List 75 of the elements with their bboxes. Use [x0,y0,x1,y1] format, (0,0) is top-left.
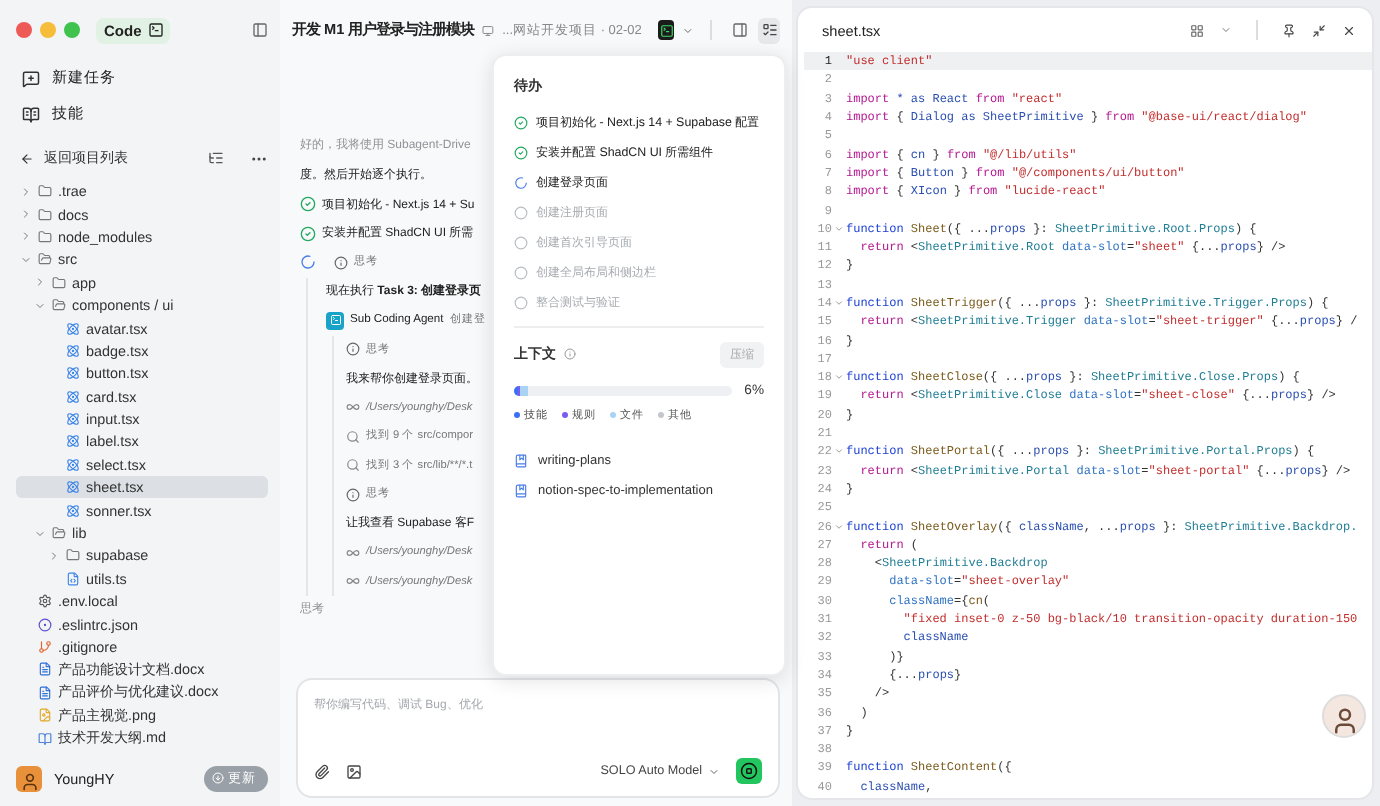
document-icon [38,662,52,677]
book-icon [22,105,40,123]
empty-circle-icon [514,296,528,310]
folder-icon [66,548,80,563]
folder-icon [52,298,66,313]
check-circle-icon [300,196,316,213]
search-icon [346,458,360,473]
folder-icon [52,275,66,290]
react-file-icon [66,389,80,404]
chevron-down-icon [34,527,46,540]
spinner-icon [300,254,316,271]
empty-circle-icon [514,236,528,250]
gear-icon [38,594,52,609]
chevron-down-icon [20,253,32,266]
chevron-right-icon [48,549,60,562]
layout-icon[interactable] [1190,23,1204,37]
image-file-icon [38,708,52,723]
download-icon [212,772,224,784]
stop-icon [740,762,758,780]
react-file-icon [66,321,80,336]
react-file-icon [66,457,80,472]
markdown-file-icon [38,731,52,746]
code-file-icon [66,571,80,586]
back-arrow-icon [20,151,34,165]
info-icon [334,255,348,270]
check-circle-icon [300,225,316,242]
document-icon [38,685,52,700]
folder-icon [38,207,52,222]
info-icon [564,348,576,360]
assistant-avatar[interactable] [1322,694,1366,738]
search-icon [346,429,360,444]
folder-icon [38,184,52,199]
panel-icon [731,22,748,38]
info-icon [346,487,360,502]
infinity-icon [346,400,360,415]
branch-icon [38,640,52,654]
folder-icon [52,526,66,541]
monitor-icon [482,23,495,37]
terminal-button[interactable] [657,20,675,40]
terminal-icon [659,23,674,37]
person-icon [19,771,39,791]
folder-icon [38,229,52,244]
react-file-icon [66,480,80,495]
todo-list-button[interactable] [758,17,780,43]
folder-icon [38,252,52,267]
check-circle-icon [514,146,528,160]
checklist-icon [761,22,777,38]
ring-icon [38,617,52,632]
terminal-icon [147,22,164,38]
chevron-right-icon [34,276,46,289]
react-file-icon [66,412,80,427]
book-icon [514,454,528,468]
empty-circle-icon [514,206,528,220]
react-file-icon [66,503,80,518]
paperclip-icon[interactable] [314,763,330,779]
react-file-icon [66,434,80,449]
chevron-down-icon [708,765,720,777]
send-button[interactable] [736,758,762,784]
chevron-down-icon [34,299,46,312]
collapse-icon[interactable] [1312,23,1326,37]
empty-circle-icon [514,266,528,280]
info-icon [346,342,360,357]
close-icon[interactable] [1342,23,1356,37]
tree-view-icon[interactable] [208,150,224,166]
new-chat-icon [22,69,40,87]
person-icon [1329,706,1359,736]
image-icon[interactable] [346,763,362,779]
check-circle-icon [514,116,528,130]
react-file-icon [66,366,80,381]
close-window-button[interactable] [16,22,32,38]
book-icon [514,484,528,498]
react-file-icon [66,343,80,358]
sidebar-toggle-icon[interactable] [252,22,268,38]
pin-icon[interactable] [1282,23,1296,37]
spinner-icon [514,176,528,190]
